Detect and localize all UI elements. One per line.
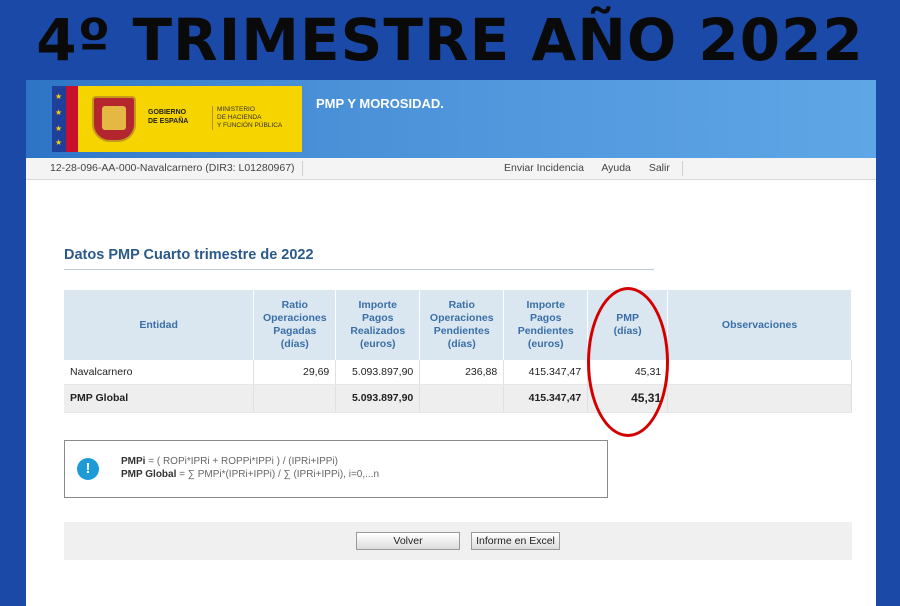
highlight-circle: [587, 287, 669, 437]
volver-button[interactable]: Volver: [356, 532, 460, 550]
cell-empty: [667, 384, 852, 413]
gov-name: GOBIERNO DE ESPAÑA: [148, 109, 189, 125]
cell-importe-realizados: 5.093.897,90: [335, 360, 421, 385]
formula-pmpi-label: PMPi: [121, 456, 146, 467]
cell-ratio-pendientes: 236,88: [419, 360, 505, 385]
link-enviar-incidencia[interactable]: Enviar Incidencia: [504, 162, 584, 174]
eu-stars-icon: ★ ★ ★ ★: [52, 86, 66, 152]
app-banner: ★ ★ ★ ★ GOBIERNO DE ESPAÑA MINISTERIO DE HA…: [26, 80, 876, 158]
info-icon: !: [77, 458, 99, 480]
cell-importe-pendientes: 415.347,47: [503, 360, 589, 385]
cell-empty: [419, 384, 505, 413]
excel-report-button[interactable]: Informe en Excel: [471, 532, 560, 550]
slide-headline: 4º TRIMESTRE AÑO 2022: [36, 6, 864, 74]
link-ayuda[interactable]: Ayuda: [601, 162, 631, 174]
coat-of-arms-icon: [92, 96, 136, 142]
app-title: PMP Y MOROSIDAD.: [316, 96, 444, 111]
header-ratio-pendientes: Ratio Operaciones Pendientes (días): [419, 290, 505, 360]
header-ratio-pagadas: Ratio Operaciones Pagadas (días): [253, 290, 337, 360]
cell-ratio-pagadas: 29,69: [253, 360, 337, 385]
ministry-name: MINISTERIO DE HACIENDA Y FUNCIÓN PÚBLICA: [212, 106, 282, 130]
header-entidad: Entidad: [64, 290, 255, 360]
footer-actions: Volver Informe en Excel: [64, 522, 852, 560]
government-logo: ★ ★ ★ ★ GOBIERNO DE ESPAÑA MINISTERIO DE HA…: [52, 86, 302, 152]
header-importe-pendientes: Importe Pagos Pendientes (euros): [503, 290, 589, 360]
formula-lines: PMPi = ( ROPi*IPRi + ROPPi*IPPi ) / (IPR…: [121, 455, 379, 481]
cell-empty: [253, 384, 337, 413]
header-importe-realizados: Importe Pagos Realizados (euros): [335, 290, 421, 360]
formula-info-box: ! PMPi = ( ROPi*IPRi + ROPPi*IPPi ) / (I…: [64, 440, 608, 498]
table-header-row: Entidad Ratio Operaciones Pagadas (días) Im…: [64, 290, 852, 360]
entity-label: 12-28-096-AA-000-Navalcarnero (DIR3: L01…: [50, 162, 295, 174]
section-title: Datos PMP Cuarto trimestre de 2022: [64, 247, 314, 263]
cell-observaciones: [667, 360, 852, 385]
cell-entidad: PMP Global: [64, 384, 255, 413]
browser-window: ★ ★ ★ ★ GOBIERNO DE ESPAÑA MINISTERIO DE HA…: [26, 80, 876, 606]
top-navbar: 12-28-096-AA-000-Navalcarnero (DIR3: L01…: [26, 158, 876, 180]
link-salir[interactable]: Salir: [649, 162, 670, 174]
table-row-global: PMP Global 5.093.897,90 415.347,47 45,31: [64, 384, 852, 413]
flag-stripe: [66, 86, 78, 152]
divider: [682, 161, 683, 176]
nav-links: Enviar Incidencia Ayuda Salir: [504, 162, 685, 174]
cell-importe-realizados: 5.093.897,90: [335, 384, 421, 413]
section-divider: [64, 269, 654, 270]
table-row: Navalcarnero 29,69 5.093.897,90 236,88 4…: [64, 360, 852, 385]
cell-entidad: Navalcarnero: [64, 360, 255, 385]
formula-pmpi: = ( ROPi*IPRi + ROPPi*IPPi ) / (IPRi+IPP…: [145, 456, 338, 467]
divider: [302, 161, 303, 176]
cell-importe-pendientes: 415.347,47: [503, 384, 589, 413]
formula-global-label: PMP Global: [121, 469, 177, 480]
pmp-table: Entidad Ratio Operaciones Pagadas (días) Im…: [64, 290, 852, 413]
header-observaciones: Observaciones: [667, 290, 852, 360]
formula-global: = ∑ PMPi*(IPRi+IPPi) / ∑ (IPRi+IPPi), i=…: [176, 469, 380, 480]
